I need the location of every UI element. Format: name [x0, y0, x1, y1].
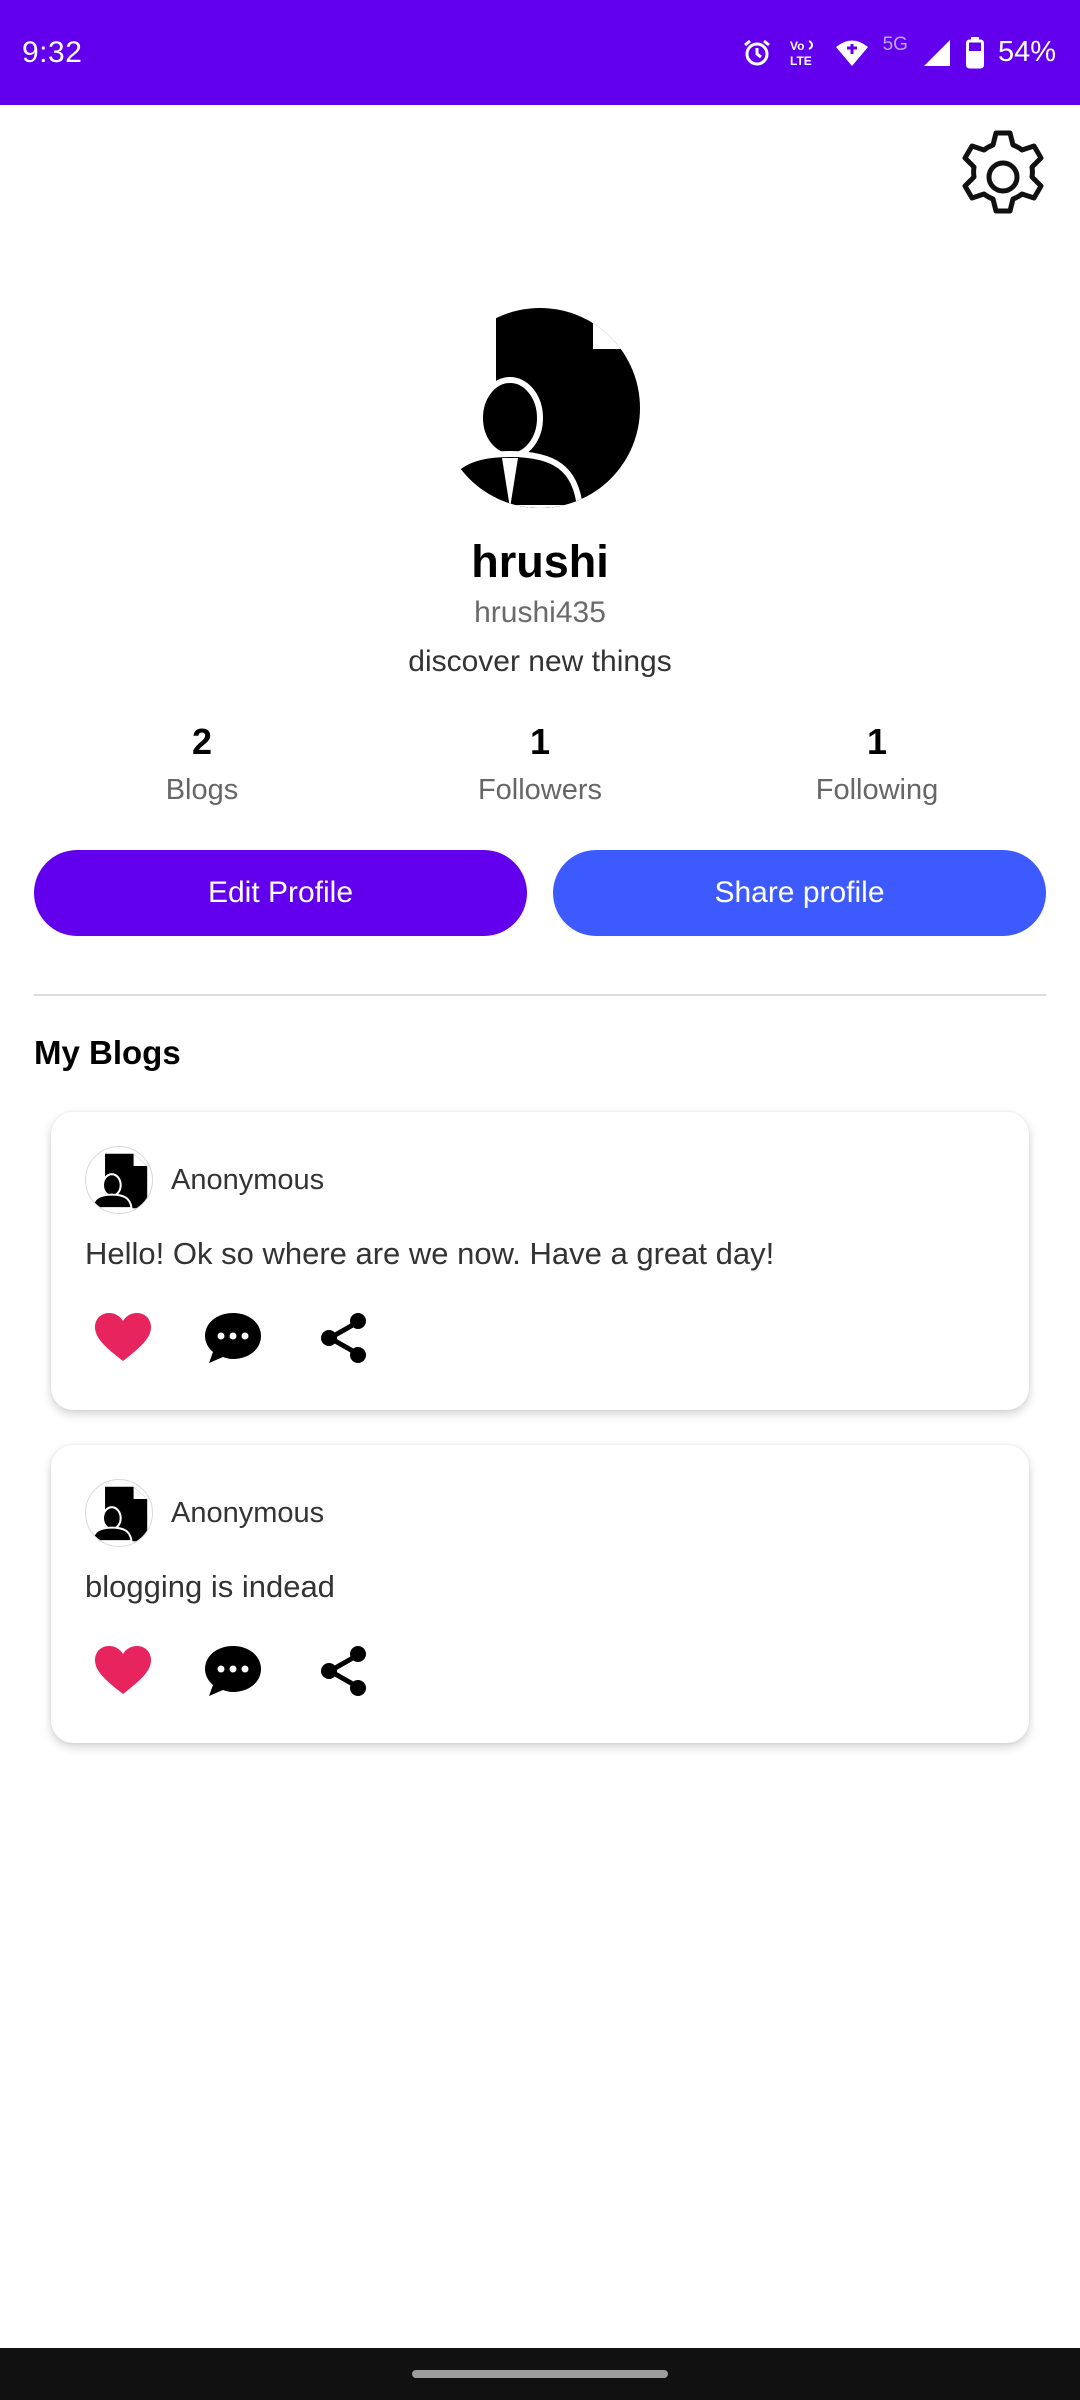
share-button[interactable] — [314, 1643, 374, 1703]
profile-avatar[interactable] — [440, 308, 640, 508]
stat-label: Blogs — [165, 774, 239, 806]
svg-text:Vo: Vo — [790, 39, 804, 53]
stat-count: 1 — [866, 721, 888, 762]
profile-stats: 2 Blogs 1 Followers 1 Following — [0, 720, 1080, 820]
battery-icon — [965, 36, 984, 69]
stat-count: 1 — [529, 721, 551, 762]
share-icon — [318, 1645, 370, 1702]
comment-button[interactable] — [203, 1643, 263, 1703]
stat-label: Followers — [477, 774, 603, 806]
blog-card[interactable]: Anonymous blogging is indead — [51, 1445, 1029, 1743]
blog-text: Hello! Ok so where are we now. Have a gr… — [85, 1236, 775, 1271]
user-document-icon — [440, 308, 640, 508]
blog-text: blogging is indead — [85, 1569, 335, 1604]
like-button[interactable] — [93, 1643, 153, 1703]
edit-profile-button[interactable]: Edit Profile — [34, 850, 527, 936]
blog-author: Anonymous — [171, 1497, 325, 1529]
status-time: 9:32 — [22, 35, 83, 69]
my-blogs-heading: My Blogs — [34, 1034, 181, 1071]
blog-author: Anonymous — [171, 1164, 325, 1196]
settings-button[interactable] — [951, 127, 1055, 231]
home-gesture-handle[interactable] — [412, 2370, 668, 2378]
share-button[interactable] — [314, 1310, 374, 1370]
like-button[interactable] — [93, 1310, 153, 1370]
stat-followers[interactable]: 1 Followers — [390, 720, 690, 807]
share-icon — [318, 1312, 370, 1369]
battery-percent: 54% — [997, 36, 1056, 68]
stat-following[interactable]: 1 Following — [727, 720, 1027, 807]
divider — [34, 994, 1046, 996]
stat-blogs[interactable]: 2 Blogs — [52, 720, 352, 807]
author-avatar — [85, 1479, 153, 1547]
share-profile-button[interactable]: Share profile — [553, 850, 1046, 936]
wifi-icon — [835, 38, 869, 68]
volte-icon: Vo LTE — [787, 37, 821, 69]
system-nav-bar — [0, 2348, 1080, 2400]
alarm-icon — [741, 37, 773, 69]
chat-bubble-icon — [204, 1644, 262, 1703]
blog-card[interactable]: Anonymous Hello! Ok so where are we now.… — [51, 1112, 1029, 1410]
heart-icon — [95, 1645, 151, 1701]
stat-count: 2 — [191, 721, 213, 762]
profile-username: hrushi435 — [474, 596, 606, 629]
author-avatar — [85, 1146, 153, 1214]
user-document-icon — [86, 1486, 152, 1546]
svg-text:LTE: LTE — [790, 54, 812, 68]
status-bar: 9:32 Vo LTE 5G 54% — [0, 0, 1080, 105]
profile-name: hrushi — [471, 536, 609, 587]
signal-icon — [922, 38, 952, 68]
gear-icon — [953, 127, 1053, 232]
stat-label: Following — [815, 774, 939, 806]
user-document-icon — [86, 1153, 152, 1213]
heart-icon — [95, 1312, 151, 1368]
profile-bio: discover new things — [408, 645, 672, 678]
status-icons: Vo LTE 5G 54% — [741, 33, 1056, 69]
comment-button[interactable] — [203, 1310, 263, 1370]
network-type: 5G — [882, 33, 908, 55]
chat-bubble-icon — [204, 1311, 262, 1370]
